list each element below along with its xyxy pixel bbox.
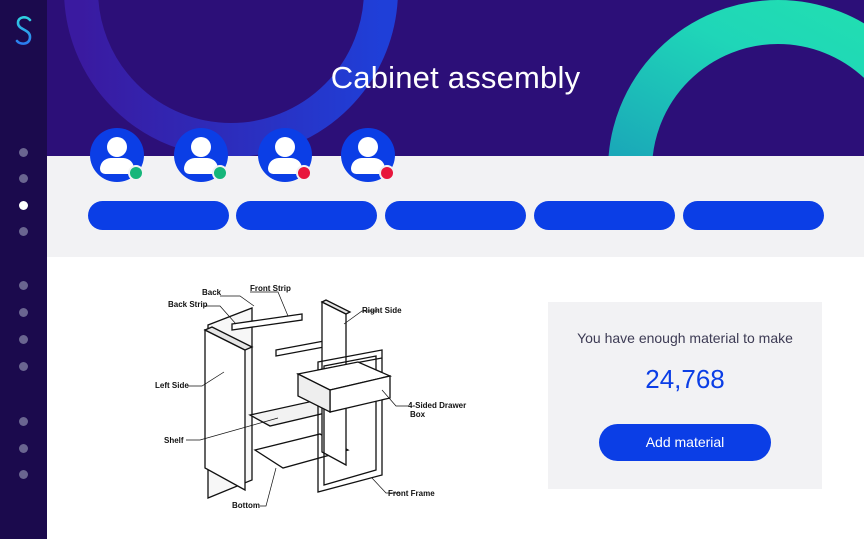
diagram-label-right-side: Right Side <box>362 306 402 315</box>
sidebar-dot-5[interactable] <box>19 281 28 290</box>
filter-pill-4[interactable] <box>534 201 675 230</box>
team-avatar-2[interactable] <box>174 128 228 182</box>
sidebar-dot-9[interactable] <box>19 417 28 426</box>
status-busy-indicator <box>296 165 312 181</box>
sidebar-dot-6[interactable] <box>19 308 28 317</box>
diagram-label-drawer-line2: Box <box>410 410 426 419</box>
team-avatar-1[interactable] <box>90 128 144 182</box>
team-avatar-3[interactable] <box>258 128 312 182</box>
diagram-label-front-strip: Front Strip <box>250 284 291 293</box>
diagram-label-back: Back <box>202 288 222 297</box>
diagram-label-drawer-line1: 4-Sided Drawer <box>408 401 466 410</box>
sidebar-dot-2[interactable] <box>19 174 28 183</box>
material-card: You have enough material to make 24,768 … <box>548 302 822 489</box>
sidebar <box>0 0 47 539</box>
app-root: Cabinet assembly Back Back Strip Front S… <box>0 0 864 539</box>
sidebar-dot-11[interactable] <box>19 470 28 479</box>
header: Cabinet assembly <box>47 0 864 156</box>
sidebar-dot-4[interactable] <box>19 227 28 236</box>
sidebar-dot-10[interactable] <box>19 444 28 453</box>
team-avatar-4[interactable] <box>341 128 395 182</box>
diagram-label-left-side: Left Side <box>155 381 189 390</box>
filter-pill-2[interactable] <box>236 201 377 230</box>
sidebar-dot-1[interactable] <box>19 148 28 157</box>
material-count: 24,768 <box>645 364 725 394</box>
logo-icon[interactable] <box>13 14 35 48</box>
diagram-label-shelf: Shelf <box>164 436 184 445</box>
status-busy-indicator <box>379 165 395 181</box>
diagram-label-bottom: Bottom <box>232 501 260 510</box>
sidebar-dot-7[interactable] <box>19 335 28 344</box>
material-card-label: You have enough material to make <box>577 330 793 346</box>
status-online-indicator <box>212 165 228 181</box>
filter-pill-5[interactable] <box>683 201 824 230</box>
add-material-button[interactable]: Add material <box>599 424 771 461</box>
status-online-indicator <box>128 165 144 181</box>
filter-pill-1[interactable] <box>88 201 229 230</box>
cabinet-diagram: Back Back Strip Front Strip Right Side L… <box>155 284 466 510</box>
diagram-label-front-frame: Front Frame <box>388 489 435 498</box>
diagram-label-back-strip: Back Strip <box>168 300 208 309</box>
page-title: Cabinet assembly <box>330 60 581 95</box>
sidebar-dot-3-active[interactable] <box>19 201 28 210</box>
filter-pill-3[interactable] <box>385 201 526 230</box>
sidebar-dot-8[interactable] <box>19 362 28 371</box>
